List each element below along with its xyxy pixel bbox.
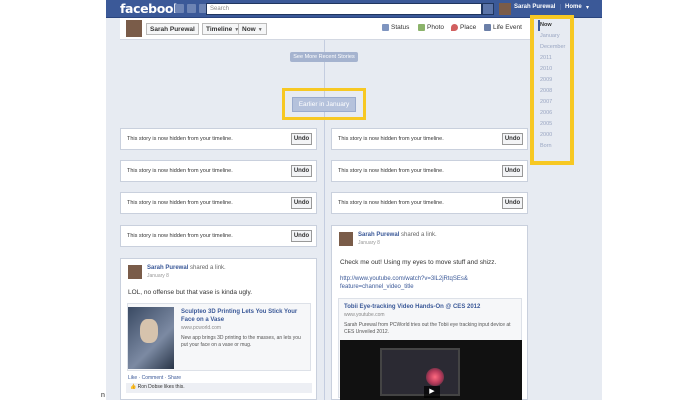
photo-label: Photo xyxy=(427,24,444,31)
photo-action[interactable]: Photo xyxy=(418,24,444,31)
post-author[interactable]: Sarah Purewal shared a link. xyxy=(358,232,437,238)
hidden-story-message: This story is now hidden from your timel… xyxy=(338,200,444,206)
author-name[interactable]: Sarah Purewal xyxy=(147,265,188,271)
year-item-january[interactable]: January xyxy=(538,31,570,42)
undo-button[interactable]: Undo xyxy=(291,165,312,177)
life-event-action[interactable]: Life Event xyxy=(484,24,522,31)
author-avatar[interactable] xyxy=(128,265,142,279)
likes-bar: 👍 Ron Dobse likes this. xyxy=(126,383,312,393)
year-item-now[interactable]: Now xyxy=(538,20,570,31)
hidden-story-card: This story is now hidden from your timel… xyxy=(331,192,528,214)
video-thumbnail[interactable]: ▶ xyxy=(340,340,522,400)
post-url-line[interactable]: feature=channel_video_title xyxy=(340,284,414,290)
post-date[interactable]: January 8 xyxy=(147,273,169,279)
link-source: www.youtube.com xyxy=(344,312,385,318)
notification-jewels xyxy=(175,4,208,13)
undo-button[interactable]: Undo xyxy=(502,197,523,209)
year-item-december[interactable]: December xyxy=(538,42,570,53)
stray-character: n xyxy=(101,392,105,399)
link-title[interactable]: Tobii Eye-tracking Video Hands-On @ CES … xyxy=(344,304,480,310)
photo-icon xyxy=(418,24,425,31)
undo-button[interactable]: Undo xyxy=(291,197,312,209)
post-action: shared a link. xyxy=(190,265,226,271)
see-more-recent-button[interactable]: See More Recent Stories xyxy=(290,52,358,62)
status-action[interactable]: Status xyxy=(382,24,409,31)
search-button[interactable] xyxy=(482,3,494,15)
profile-thumbnail[interactable] xyxy=(126,20,142,37)
messages-icon[interactable] xyxy=(187,4,196,13)
home-link[interactable]: Home xyxy=(560,4,582,10)
place-label: Place xyxy=(460,24,477,31)
profile-name-button[interactable]: Sarah Purewal xyxy=(146,23,199,35)
post-date[interactable]: January 8 xyxy=(358,240,380,246)
author-avatar[interactable] xyxy=(339,232,353,246)
link-source: www.pcworld.com xyxy=(181,325,222,331)
undo-button[interactable]: Undo xyxy=(291,133,312,145)
life-event-label: Life Event xyxy=(493,24,522,31)
hidden-story-message: This story is now hidden from your timel… xyxy=(338,168,444,174)
facebook-logo[interactable]: facebook xyxy=(120,1,181,16)
hidden-story-card: This story is now hidden from your timel… xyxy=(120,225,317,247)
face-image xyxy=(140,319,158,343)
life-event-icon xyxy=(484,24,491,31)
profile-link[interactable]: Sarah Purewal xyxy=(514,4,555,10)
hidden-story-card: This story is now hidden from your timel… xyxy=(120,160,317,182)
status-icon xyxy=(382,24,389,31)
timeline-label: Timeline xyxy=(206,26,233,33)
book-cover-thumbnail[interactable] xyxy=(128,307,174,369)
search-input[interactable]: Search xyxy=(206,3,482,15)
now-label: Now xyxy=(242,26,256,33)
screenshot-stage: facebook Search Sarah Purewal Home ▾ Sar… xyxy=(0,0,700,400)
play-icon[interactable]: ▶ xyxy=(424,386,440,398)
undo-button[interactable]: Undo xyxy=(502,165,523,177)
place-pin-icon xyxy=(451,24,458,31)
video-glow xyxy=(426,368,444,386)
undo-button[interactable]: Undo xyxy=(291,230,312,242)
status-label: Status xyxy=(391,24,410,31)
timeline-year-nav: Now January December 2011 2010 2009 2008… xyxy=(538,20,570,152)
hidden-story-card: This story is now hidden from your timel… xyxy=(331,128,528,150)
year-item-2009[interactable]: 2009 xyxy=(538,75,570,86)
friend-requests-icon[interactable] xyxy=(175,4,184,13)
timeline-header: Sarah Purewal Timeline ▼ Now ▼ Status Phot… xyxy=(120,18,530,40)
link-title[interactable]: Sculpteo 3D Printing Lets You Stick Your… xyxy=(181,309,309,324)
hidden-story-message: This story is now hidden from your timel… xyxy=(127,136,233,142)
video-screen xyxy=(380,348,460,396)
hidden-story-message: This story is now hidden from your timel… xyxy=(127,200,233,206)
post-text: LOL, no offense but that vase is kinda u… xyxy=(128,289,253,296)
year-item-2010[interactable]: 2010 xyxy=(538,64,570,75)
link-description: Sarah Purewal from PCWorld tries out the… xyxy=(344,322,511,335)
earlier-in-january-button[interactable]: Earlier in January xyxy=(292,97,356,112)
hidden-story-card: This story is now hidden from your timel… xyxy=(120,128,317,150)
post-action: shared a link. xyxy=(401,232,437,238)
likes-text[interactable]: Ron Dobse likes this. xyxy=(138,384,185,390)
link-description: New app brings 3D printing to the masses… xyxy=(181,335,301,348)
year-item-2005[interactable]: 2005 xyxy=(538,119,570,130)
hidden-story-card: This story is now hidden from your timel… xyxy=(120,192,317,214)
like-icon: 👍 xyxy=(130,384,137,390)
author-name[interactable]: Sarah Purewal xyxy=(358,232,399,238)
avatar[interactable] xyxy=(499,3,511,15)
year-item-2008[interactable]: 2008 xyxy=(538,86,570,97)
year-item-2000[interactable]: 2000 xyxy=(538,130,570,141)
hidden-story-message: This story is now hidden from your timel… xyxy=(127,233,233,239)
place-action[interactable]: Place xyxy=(451,24,476,31)
year-item-2011[interactable]: 2011 xyxy=(538,53,570,64)
top-nav-bar: facebook Search Sarah Purewal Home ▾ xyxy=(106,0,602,18)
now-dropdown[interactable]: Now ▼ xyxy=(238,23,267,35)
post-text: Check me out! Using my eyes to move stuf… xyxy=(340,259,497,266)
undo-button[interactable]: Undo xyxy=(502,133,523,145)
account-menu-icon[interactable]: ▾ xyxy=(586,4,589,11)
hidden-story-message: This story is now hidden from your timel… xyxy=(127,168,233,174)
like-comment-share-links[interactable]: Like · Comment · Share xyxy=(128,375,181,381)
year-item-2006[interactable]: 2006 xyxy=(538,108,570,119)
year-item-born[interactable]: Born xyxy=(538,141,570,152)
hidden-story-card: This story is now hidden from your timel… xyxy=(331,160,528,182)
post-author[interactable]: Sarah Purewal shared a link. xyxy=(147,265,226,271)
post-url-line[interactable]: http://www.youtube.com/watch?v=3lL2jRtqS… xyxy=(340,276,468,282)
year-item-2007[interactable]: 2007 xyxy=(538,97,570,108)
hidden-story-message: This story is now hidden from your timel… xyxy=(338,136,444,142)
chevron-down-icon: ▼ xyxy=(257,27,263,33)
